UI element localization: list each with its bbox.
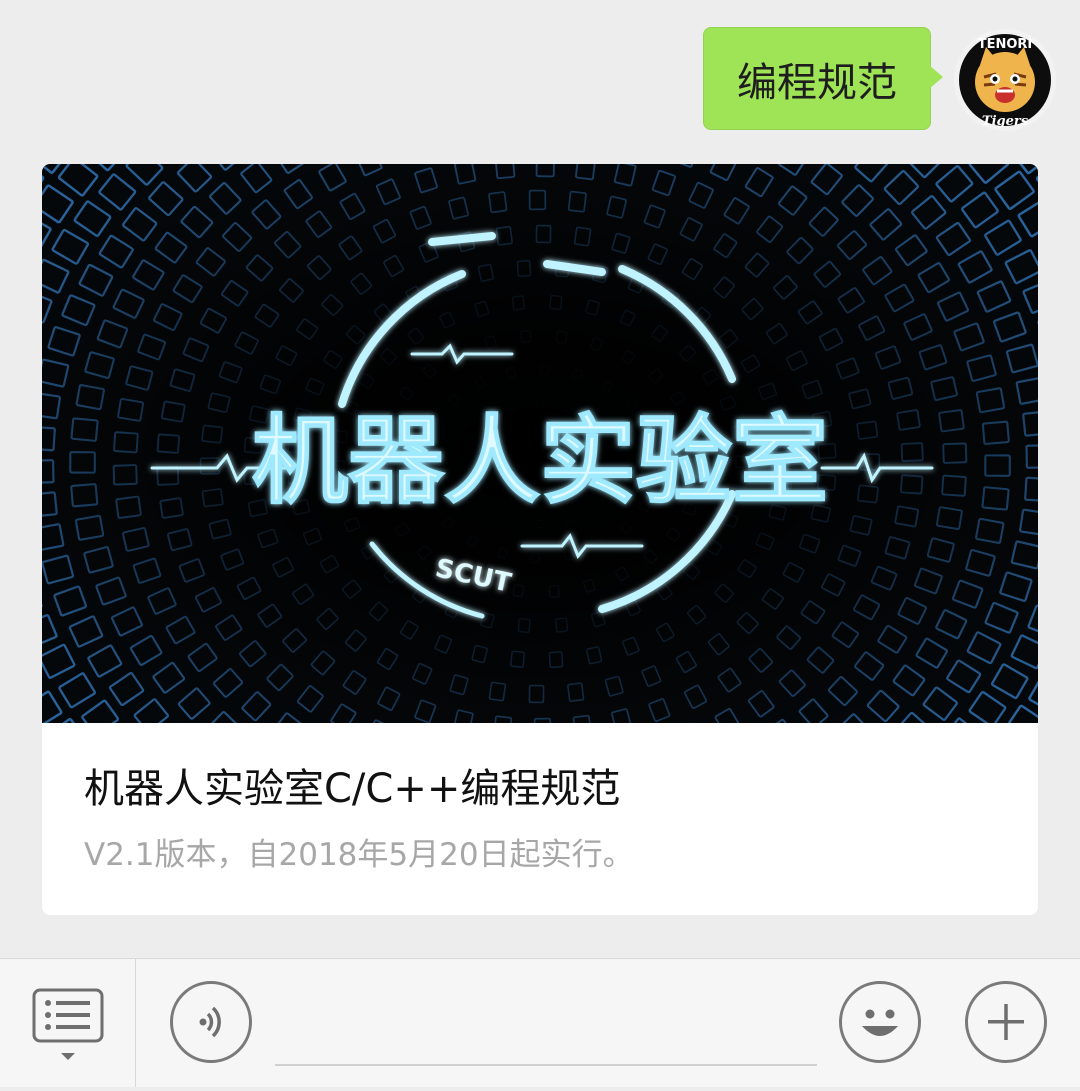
emoji-icon	[862, 1009, 898, 1036]
message-bubble-tail	[929, 65, 943, 89]
cover-logo-text: 机器人实验室	[252, 405, 828, 517]
article-card[interactable]: 机器人实验室 SCUT 机器人实验室C/C++编程规范 V2.1版本，自2018…	[42, 164, 1038, 915]
article-cover-image: 机器人实验室 SCUT	[42, 164, 1038, 758]
emoji-button[interactable]	[839, 981, 921, 1063]
chat-input-bar	[0, 958, 1080, 1087]
list-menu-icon	[32, 988, 104, 1060]
svg-text:TENORI: TENORI	[978, 37, 1033, 52]
plus-icon	[988, 1004, 1024, 1040]
cover-graphic: 机器人实验室 SCUT	[42, 164, 1038, 758]
menu-toggle-button[interactable]	[0, 959, 136, 1087]
user-avatar[interactable]: TENORI Tigers	[954, 29, 1056, 131]
article-description: V2.1版本，自2018年5月20日起实行。	[84, 837, 634, 873]
message-bubble[interactable]: 编程规范	[703, 27, 931, 130]
message-input[interactable]	[275, 1064, 817, 1066]
voice-icon	[199, 1006, 221, 1038]
voice-button[interactable]	[170, 981, 252, 1063]
tigers-logo-icon: TENORI Tigers	[954, 29, 1056, 131]
message-text: 编程规范	[737, 59, 897, 106]
svg-text:Tigers: Tigers	[982, 114, 1029, 129]
article-title: 机器人实验室C/C++编程规范	[84, 766, 621, 812]
more-button[interactable]	[965, 981, 1047, 1063]
